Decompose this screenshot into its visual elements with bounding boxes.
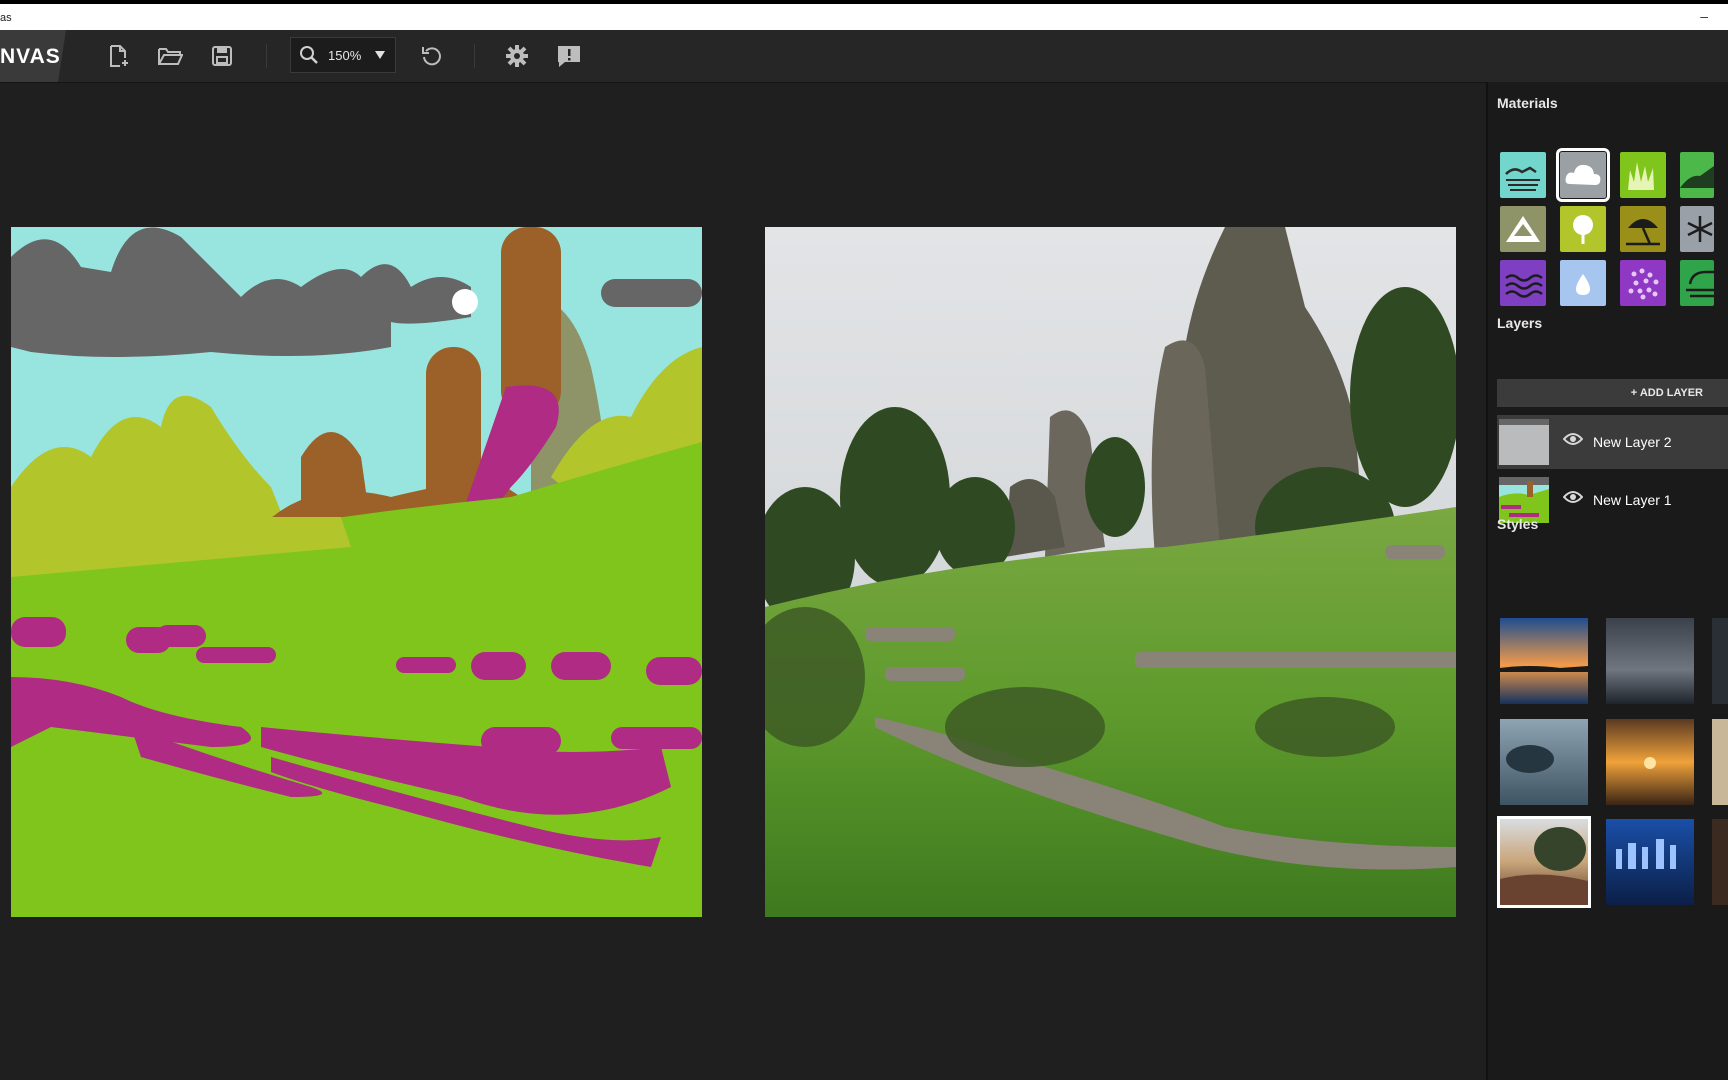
side-panel: Materials Layers + ADD LAYER New Layer 2…	[1486, 82, 1728, 1080]
droplet-icon	[1576, 274, 1590, 295]
segmentation-drawing	[11, 227, 702, 917]
hill-icon	[1680, 166, 1714, 188]
tree-icon	[1573, 215, 1593, 244]
toolbar: NVAS 150%	[0, 30, 1728, 83]
material-water[interactable]	[1500, 260, 1546, 306]
material-tree[interactable]	[1560, 206, 1606, 252]
app-logo: NVAS	[0, 30, 66, 82]
minimize-button[interactable]: –	[1700, 8, 1708, 24]
material-hill[interactable]	[1680, 152, 1714, 198]
style-thumbnail-7[interactable]	[1497, 816, 1591, 908]
layer-name: New Layer 1	[1593, 492, 1672, 508]
generated-image-canvas	[765, 227, 1456, 917]
cloud-icon	[1565, 164, 1601, 185]
material-flowers[interactable]	[1620, 260, 1666, 306]
eye-icon[interactable]	[1563, 490, 1583, 504]
zoom-icon	[300, 46, 318, 64]
feedback-button[interactable]	[553, 40, 585, 72]
material-sea[interactable]	[1500, 152, 1546, 198]
toolbar-divider	[266, 44, 267, 68]
style-thumbnail-1[interactable]	[1500, 618, 1588, 704]
segmentation-canvas[interactable]	[11, 227, 702, 917]
layer-name: New Layer 2	[1593, 434, 1672, 450]
style-thumbnail-5[interactable]	[1606, 719, 1694, 805]
feedback-icon	[558, 46, 580, 67]
style-thumbnail-3[interactable]	[1712, 618, 1728, 704]
mountain-icon	[1506, 216, 1540, 242]
open-folder-icon	[158, 48, 183, 65]
grass-icon	[1628, 162, 1654, 190]
layer-thumbnail	[1499, 419, 1549, 465]
style-thumbnail-2[interactable]	[1606, 618, 1694, 704]
reset-icon	[422, 47, 441, 66]
zoom-select[interactable]: 150%	[290, 37, 396, 73]
styles-title: Styles	[1497, 516, 1539, 532]
sea-icon	[1505, 166, 1540, 191]
save-icon	[212, 46, 232, 66]
material-sand[interactable]	[1620, 206, 1666, 252]
eye-icon[interactable]	[1563, 432, 1583, 446]
save-button[interactable]	[206, 40, 238, 72]
window-titlebar: as –	[0, 0, 1728, 30]
material-snow[interactable]	[1680, 206, 1714, 252]
fog-icon	[1686, 270, 1714, 298]
window-title: as	[0, 12, 12, 24]
generated-landscape-image	[765, 227, 1456, 917]
zoom-value: 150%	[328, 48, 362, 63]
add-layer-button[interactable]: + ADD LAYER	[1497, 379, 1728, 407]
style-thumbnail-8[interactable]	[1606, 819, 1694, 905]
snowflake-icon	[1687, 216, 1713, 242]
new-file-button[interactable]	[102, 40, 134, 72]
style-thumbnail-9[interactable]	[1712, 819, 1728, 905]
layer-row-2[interactable]: New Layer 2	[1497, 415, 1728, 469]
waves-icon	[1505, 274, 1543, 298]
dropdown-arrow-icon	[375, 51, 385, 59]
settings-button[interactable]	[501, 40, 533, 72]
reset-button[interactable]	[416, 40, 448, 72]
app-logo-text: NVAS	[0, 45, 61, 68]
material-grass[interactable]	[1620, 152, 1666, 198]
material-sky[interactable]	[1556, 148, 1610, 202]
material-fog[interactable]	[1680, 260, 1714, 306]
material-river[interactable]	[1560, 260, 1606, 306]
settings-icon	[506, 45, 528, 67]
style-thumbnail-4[interactable]	[1500, 719, 1588, 805]
material-mountain[interactable]	[1500, 206, 1546, 252]
umbrella-icon	[1626, 219, 1660, 246]
layers-title: Layers	[1497, 315, 1543, 331]
toolbar-divider	[474, 44, 475, 68]
materials-title: Materials	[1497, 95, 1558, 111]
flower-icon	[1628, 268, 1659, 300]
style-thumbnail-6[interactable]	[1712, 719, 1728, 805]
open-folder-button[interactable]	[154, 40, 186, 72]
new-file-icon	[110, 45, 128, 67]
